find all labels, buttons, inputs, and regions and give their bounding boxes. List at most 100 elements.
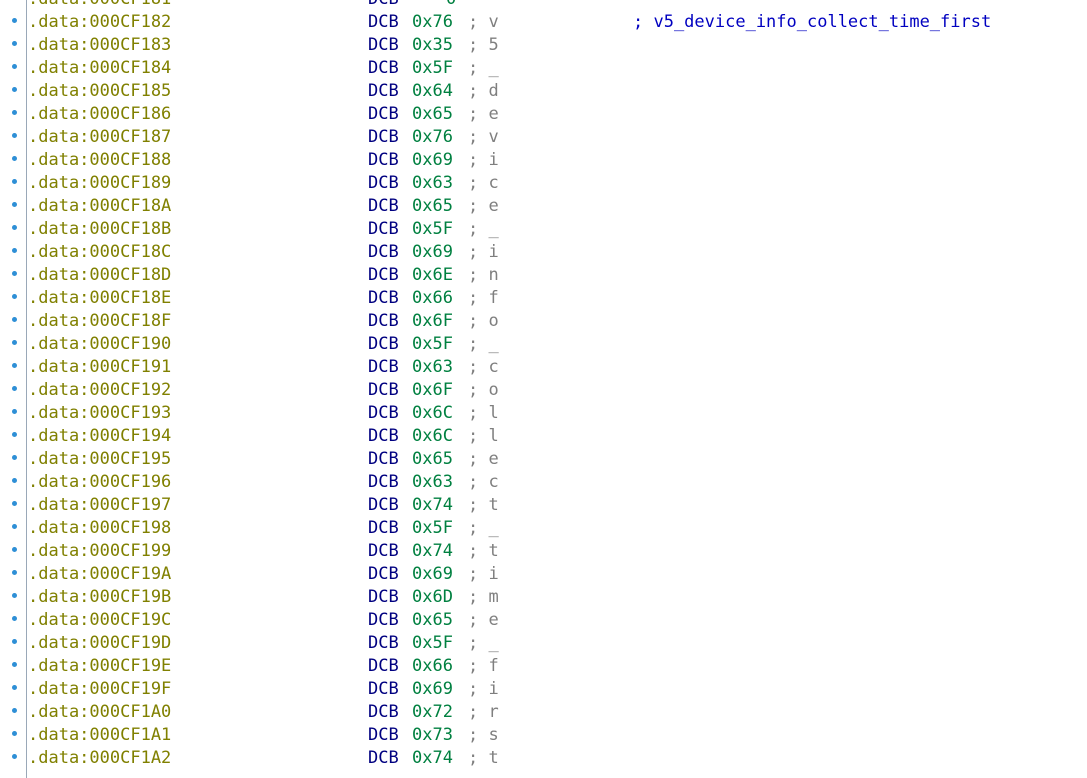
operand[interactable]: 0x35 xyxy=(412,34,453,57)
address-label[interactable]: .data:000CF184 xyxy=(28,57,171,80)
operand[interactable]: 0x6C xyxy=(412,425,453,448)
mnemonic[interactable]: DCB xyxy=(368,724,399,747)
operand[interactable]: 0x6F xyxy=(412,379,453,402)
operand[interactable]: 0x65 xyxy=(412,609,453,632)
mnemonic[interactable]: DCB xyxy=(368,655,399,678)
operand[interactable]: 0x5F xyxy=(412,218,453,241)
operand[interactable]: 0x5F xyxy=(412,333,453,356)
mnemonic[interactable]: DCB xyxy=(368,494,399,517)
mnemonic[interactable]: DCB xyxy=(368,126,399,149)
address-label[interactable]: .data:000CF187 xyxy=(28,126,171,149)
mnemonic[interactable]: DCB xyxy=(368,609,399,632)
address-label[interactable]: .data:000CF192 xyxy=(28,379,171,402)
address-label[interactable]: .data:000CF188 xyxy=(28,149,171,172)
address-label[interactable]: .data:000CF183 xyxy=(28,34,171,57)
address-label[interactable]: .data:000CF1A0 xyxy=(28,701,171,724)
address-label[interactable]: .data:000CF1A2 xyxy=(28,747,171,770)
address-label[interactable]: .data:000CF181 xyxy=(28,0,171,11)
operand[interactable]: 0x66 xyxy=(412,655,453,678)
operand[interactable]: 0x6E xyxy=(412,264,453,287)
address-label[interactable]: .data:000CF19E xyxy=(28,655,171,678)
mnemonic[interactable]: DCB xyxy=(368,287,399,310)
operand[interactable]: 0x76 xyxy=(412,11,453,34)
address-label[interactable]: .data:000CF196 xyxy=(28,471,171,494)
address-label[interactable]: .data:000CF186 xyxy=(28,103,171,126)
address-label[interactable]: .data:000CF193 xyxy=(28,402,171,425)
operand[interactable]: 0x69 xyxy=(412,563,453,586)
mnemonic[interactable]: DCB xyxy=(368,195,399,218)
mnemonic[interactable]: DCB xyxy=(368,379,399,402)
mnemonic[interactable]: DCB xyxy=(368,172,399,195)
address-label[interactable]: .data:000CF18F xyxy=(28,310,171,333)
address-label[interactable]: .data:000CF18B xyxy=(28,218,171,241)
operand[interactable]: 0x69 xyxy=(412,678,453,701)
mnemonic[interactable]: DCB xyxy=(368,563,399,586)
mnemonic[interactable]: DCB xyxy=(368,264,399,287)
address-label[interactable]: .data:000CF18E xyxy=(28,287,171,310)
mnemonic[interactable]: DCB xyxy=(368,241,399,264)
mnemonic[interactable]: DCB xyxy=(368,517,399,540)
operand[interactable]: 0x63 xyxy=(412,471,453,494)
mnemonic[interactable]: DCB xyxy=(368,103,399,126)
mnemonic[interactable]: DCB xyxy=(368,540,399,563)
mnemonic[interactable]: DCB xyxy=(368,701,399,724)
mnemonic[interactable]: DCB xyxy=(368,425,399,448)
address-label[interactable]: .data:000CF19F xyxy=(28,678,171,701)
address-label[interactable]: .data:000CF189 xyxy=(28,172,171,195)
address-label[interactable]: .data:000CF19D xyxy=(28,632,171,655)
address-label[interactable]: .data:000CF19B xyxy=(28,586,171,609)
mnemonic[interactable]: DCB xyxy=(368,448,399,471)
mnemonic[interactable]: DCB xyxy=(368,333,399,356)
operand[interactable]: 0x74 xyxy=(412,494,453,517)
address-label[interactable]: .data:000CF191 xyxy=(28,356,171,379)
address-label[interactable]: .data:000CF199 xyxy=(28,540,171,563)
operand[interactable]: 0x66 xyxy=(412,287,453,310)
address-label[interactable]: .data:000CF182 xyxy=(28,11,171,34)
operand[interactable]: 0x65 xyxy=(412,103,453,126)
operand[interactable]: 0x74 xyxy=(412,540,453,563)
address-label[interactable]: .data:000CF18D xyxy=(28,264,171,287)
mnemonic[interactable]: DCB xyxy=(368,34,399,57)
address-label[interactable]: .data:000CF19A xyxy=(28,563,171,586)
address-label[interactable]: .data:000CF194 xyxy=(28,425,171,448)
mnemonic[interactable]: DCB xyxy=(368,471,399,494)
mnemonic[interactable]: DCB xyxy=(368,402,399,425)
operand[interactable]: 0x63 xyxy=(412,172,453,195)
operand[interactable]: 0x64 xyxy=(412,80,453,103)
operand[interactable]: 0x6F xyxy=(412,310,453,333)
address-label[interactable]: .data:000CF190 xyxy=(28,333,171,356)
operand[interactable]: 0x63 xyxy=(412,356,453,379)
address-label[interactable]: .data:000CF19C xyxy=(28,609,171,632)
address-label[interactable]: .data:000CF1A1 xyxy=(28,724,171,747)
operand[interactable]: 0x6D xyxy=(412,586,453,609)
mnemonic[interactable]: DCB xyxy=(368,678,399,701)
mnemonic[interactable]: DCB xyxy=(368,80,399,103)
mnemonic[interactable]: DCB xyxy=(368,747,399,770)
mnemonic[interactable]: DCB xyxy=(368,356,399,379)
operand[interactable]: 0x69 xyxy=(412,149,453,172)
operand[interactable]: 0x65 xyxy=(412,195,453,218)
operand[interactable]: 0x6C xyxy=(412,402,453,425)
operand[interactable]: 0x74 xyxy=(412,747,453,770)
operand[interactable]: 0x5F xyxy=(412,57,453,80)
operand[interactable]: 0x5F xyxy=(412,632,453,655)
mnemonic[interactable]: DCB xyxy=(368,11,399,34)
mnemonic[interactable]: DCB xyxy=(368,57,399,80)
address-label[interactable]: .data:000CF18A xyxy=(28,195,171,218)
operand[interactable]: 0x76 xyxy=(412,126,453,149)
mnemonic[interactable]: DCB xyxy=(368,149,399,172)
disassembly-view[interactable]: .data:000CF181 DCB 0 .data:000CF182 DCB 0x76;… xyxy=(0,0,1087,778)
operand[interactable]: 0x65 xyxy=(412,448,453,471)
mnemonic[interactable]: DCB xyxy=(368,632,399,655)
operand[interactable]: 0 xyxy=(446,0,456,11)
mnemonic[interactable]: DCB xyxy=(368,0,399,11)
address-label[interactable]: .data:000CF197 xyxy=(28,494,171,517)
mnemonic[interactable]: DCB xyxy=(368,218,399,241)
address-label[interactable]: .data:000CF18C xyxy=(28,241,171,264)
string-comment[interactable]: ; v5_device_info_collect_time_first xyxy=(633,11,991,34)
address-label[interactable]: .data:000CF198 xyxy=(28,517,171,540)
operand[interactable]: 0x69 xyxy=(412,241,453,264)
operand[interactable]: 0x73 xyxy=(412,724,453,747)
address-label[interactable]: .data:000CF195 xyxy=(28,448,171,471)
operand[interactable]: 0x5F xyxy=(412,517,453,540)
